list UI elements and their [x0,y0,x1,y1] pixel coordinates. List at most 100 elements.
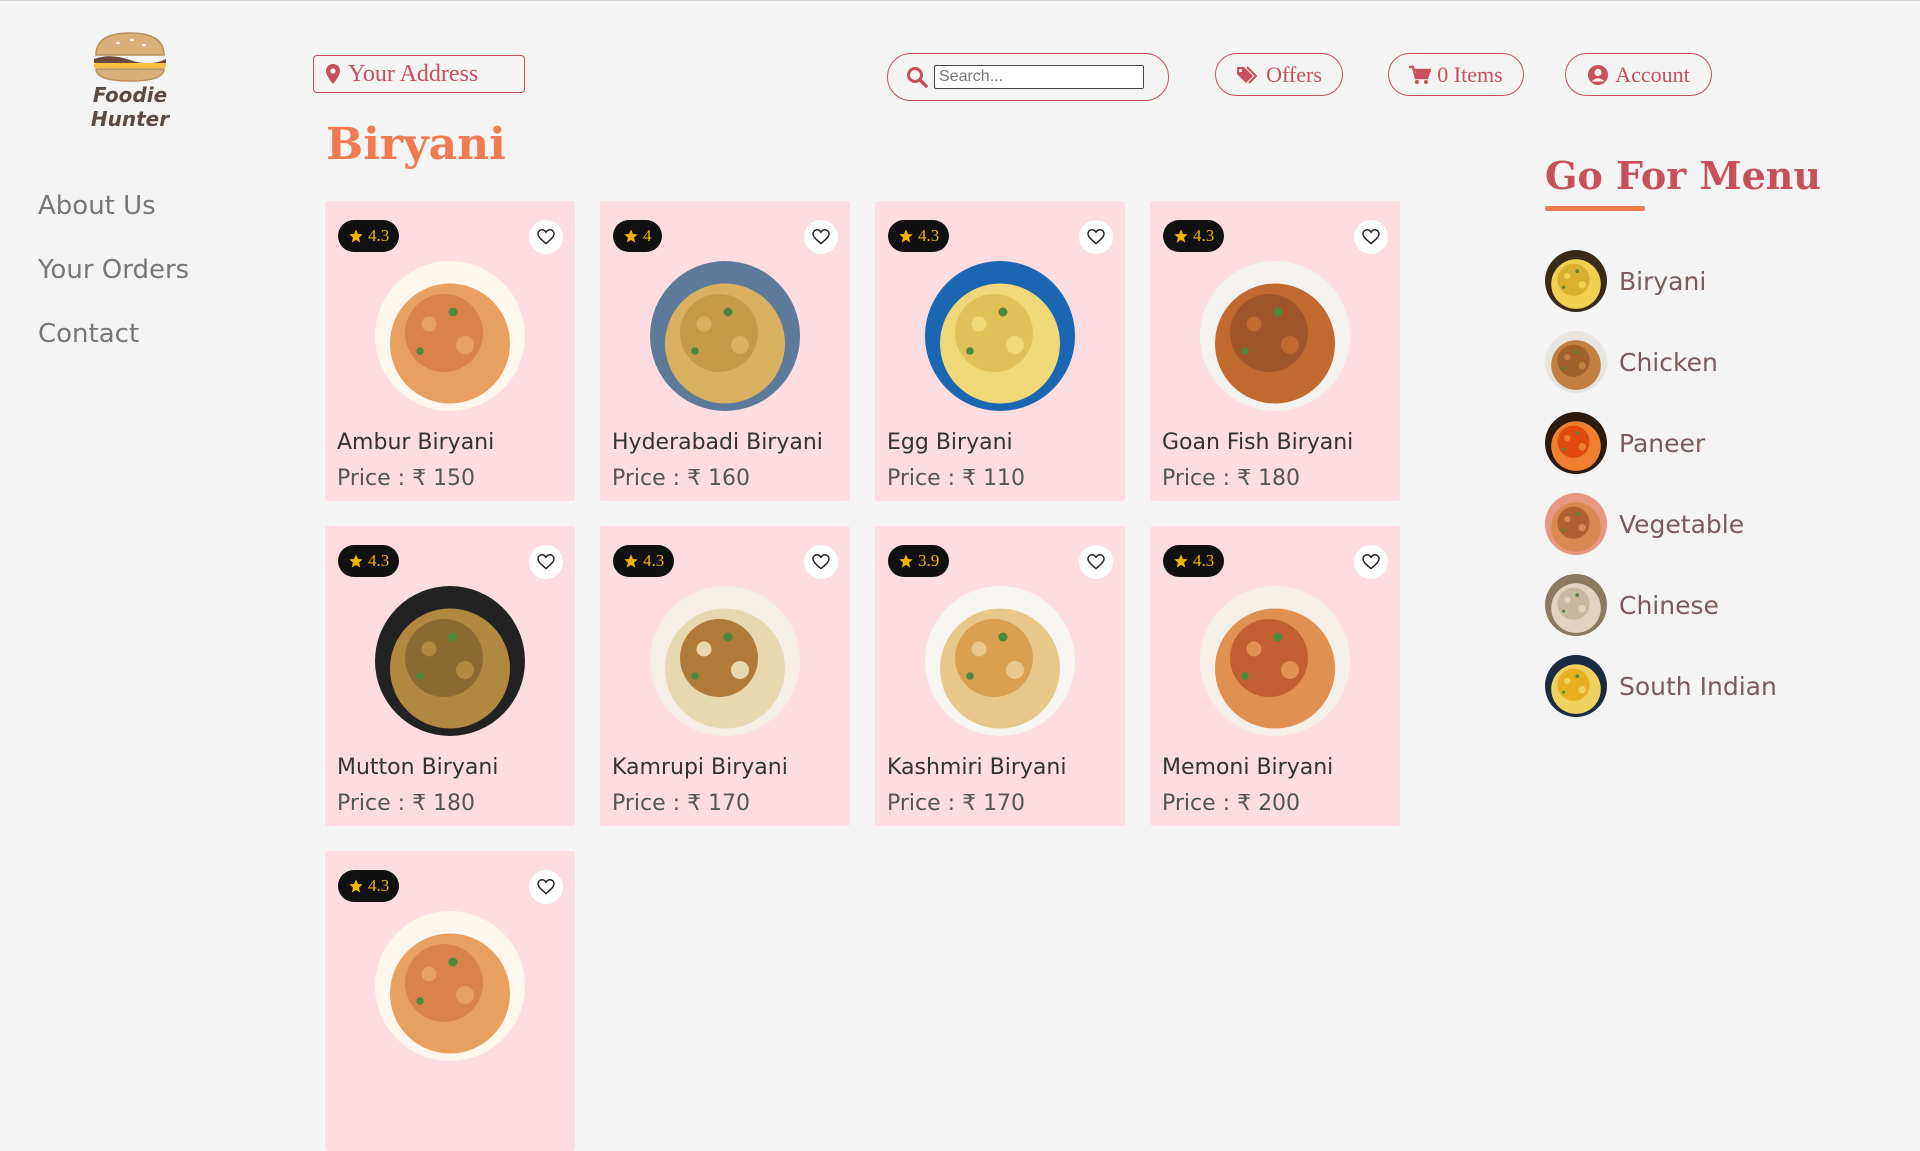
favorite-button[interactable] [804,220,838,254]
search-icon[interactable] [906,66,928,88]
price-prefix: Price : ₹ [337,466,434,491]
product-price: Price : ₹ 110 [887,466,1025,491]
dish-image[interactable] [650,261,800,411]
price-value: 180 [433,791,476,816]
address-label: Your Address [348,60,479,87]
rating-badge: 4.3 [613,545,675,577]
favorite-button[interactable] [1354,545,1388,579]
search-box [887,53,1169,101]
search-input[interactable] [934,65,1144,89]
address-button[interactable]: Your Address [313,55,525,93]
nav-your-orders[interactable]: Your Orders [38,255,189,285]
menu-photo [1545,493,1607,555]
dish-image[interactable] [650,586,800,736]
product-name: Hyderabadi Biryani [612,430,823,455]
favorite-button[interactable] [529,545,563,579]
product-card[interactable]: 4.3 Goan Fish Biryani Price : ₹ 180 [1150,201,1400,501]
product-card[interactable]: 3.9 Kashmiri Biryani Price : ₹ 170 [875,526,1125,826]
menu-thumbnail [1545,412,1607,474]
star-icon [899,229,913,243]
price-prefix: Price : ₹ [612,791,709,816]
nav-contact[interactable]: Contact [38,319,189,349]
menu-item-label: Biryani [1619,266,1707,296]
star-icon [1174,229,1188,243]
product-card[interactable]: 4.3 Egg Biryani Price : ₹ 110 [875,201,1125,501]
product-price: Price : ₹ 160 [612,466,750,491]
account-button[interactable]: Account [1565,53,1712,96]
product-name: Ambur Biryani [337,430,495,455]
star-icon [349,229,363,243]
dish-image[interactable] [925,586,1075,736]
menu-item-vegetable[interactable]: Vegetable [1545,492,1777,556]
brand-logo[interactable]: Foodie Hunter [60,29,200,131]
product-name: Egg Biryani [887,430,1013,455]
product-price: Price : ₹ 200 [1162,791,1300,816]
product-card[interactable]: 4 Hyderabadi Biryani Price : ₹ 160 [600,201,850,501]
product-card[interactable]: 4.3 Kamrupi Biryani Price : ₹ 170 [600,526,850,826]
product-price: Price : ₹ 170 [887,791,1025,816]
burger-logo-icon [94,32,166,82]
menu-item-biryani[interactable]: Biryani [1545,249,1777,313]
user-circle-icon [1588,64,1609,85]
cart-button[interactable]: 0 Items [1388,53,1524,96]
favorite-button[interactable] [529,220,563,254]
favorite-button[interactable] [1079,220,1113,254]
product-price: Price : ₹ 180 [1162,466,1300,491]
menu-item-chicken[interactable]: Chicken [1545,330,1777,394]
product-card[interactable]: 4.3 [325,851,575,1151]
menu-thumbnail [1545,493,1607,555]
menu-thumbnail [1545,250,1607,312]
product-card[interactable]: 4.3 Mutton Biryani Price : ₹ 180 [325,526,575,826]
product-price: Price : ₹ 180 [337,791,475,816]
heart-icon [812,229,830,245]
dish-photo [925,261,1075,411]
rating-badge: 4.3 [338,870,400,902]
favorite-button[interactable] [1354,220,1388,254]
star-icon [624,229,638,243]
rating-badge: 4.3 [1163,220,1225,252]
dish-photo [650,586,800,736]
heart-icon [1087,554,1105,570]
rating-badge: 4.3 [888,220,950,252]
price-prefix: Price : ₹ [887,466,984,491]
favorite-button[interactable] [529,870,563,904]
dish-image[interactable] [375,911,525,1061]
product-card[interactable]: 4.3 Ambur Biryani Price : ₹ 150 [325,201,575,501]
product-name: Kamrupi Biryani [612,755,788,780]
product-card[interactable]: 4.3 Memoni Biryani Price : ₹ 200 [1150,526,1400,826]
dish-image[interactable] [375,586,525,736]
dish-photo [375,586,525,736]
star-icon [349,879,363,893]
favorite-button[interactable] [1079,545,1113,579]
rating-badge: 4.3 [338,545,400,577]
star-icon [349,554,363,568]
menu-item-south-indian[interactable]: South Indian [1545,654,1777,718]
dish-image[interactable] [1200,261,1350,411]
rating-badge: 4 [613,220,662,252]
dish-image[interactable] [1200,586,1350,736]
offers-button[interactable]: Offers [1215,53,1343,96]
dish-image[interactable] [375,261,525,411]
menu-item-chinese[interactable]: Chinese [1545,573,1777,637]
heart-icon [537,229,555,245]
menu-photo [1545,574,1607,636]
price-value: 110 [983,466,1026,491]
menu-list: Biryani Chicken Paneer Vegetable Chinese Sout… [1545,249,1777,735]
product-price: Price : ₹ 150 [337,466,475,491]
menu-photo [1545,250,1607,312]
menu-item-paneer[interactable]: Paneer [1545,411,1777,475]
nav-about-us[interactable]: About Us [38,191,189,221]
favorite-button[interactable] [804,545,838,579]
dish-image[interactable] [925,261,1075,411]
menu-photo [1545,331,1607,393]
menu-thumbnail [1545,574,1607,636]
menu-item-label: Chicken [1619,347,1718,377]
heart-icon [1087,229,1105,245]
product-price: Price : ₹ 170 [612,791,750,816]
dish-photo [375,261,525,411]
heart-icon [537,554,555,570]
cart-label: 0 Items [1437,61,1503,87]
price-value: 160 [708,466,751,491]
rating-value: 3.9 [918,551,940,570]
dish-photo [375,911,525,1061]
